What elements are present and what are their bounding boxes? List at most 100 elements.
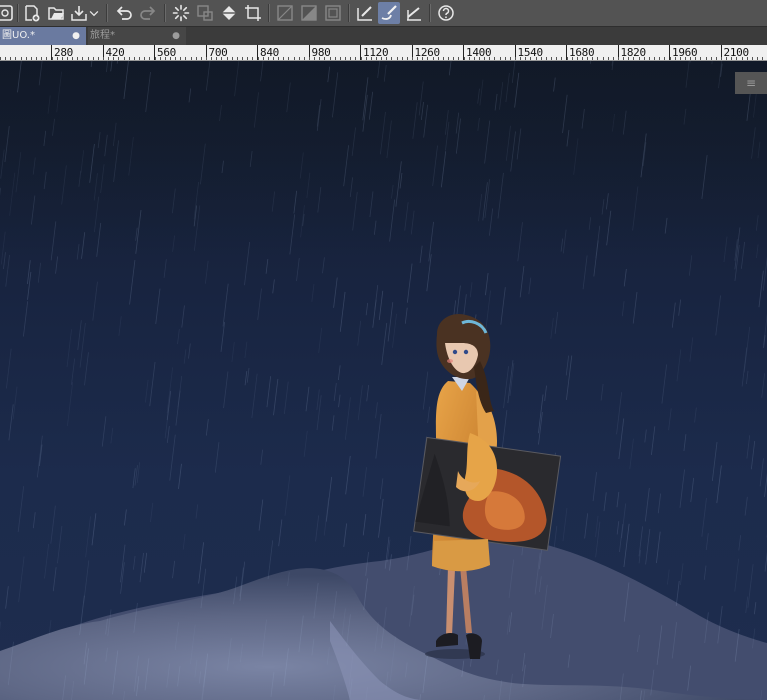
ruler-minor-tick <box>185 57 187 60</box>
tab-label: 圖UO.* <box>2 30 35 41</box>
ruler-minor-tick <box>648 57 650 60</box>
ruler-minor-tick <box>360 57 362 60</box>
document-tab-bar: 圖UO.* ● 旅程* ● <box>0 27 767 45</box>
ruler-minor-tick <box>602 57 604 60</box>
brush-tool-icon[interactable] <box>378 2 400 24</box>
artwork <box>0 61 767 700</box>
ruler-minor-tick <box>164 57 166 60</box>
ruler-minor-tick <box>592 57 594 60</box>
app-icon[interactable] <box>0 2 16 24</box>
frame-icon[interactable] <box>322 2 344 24</box>
toolbar <box>0 0 767 27</box>
ruler-minor-tick <box>468 57 470 60</box>
ruler-minor-tick <box>46 57 48 60</box>
ruler-minor-tick <box>669 57 671 60</box>
ruler-minor-tick <box>473 57 475 60</box>
open-file-icon[interactable] <box>45 2 67 24</box>
ruler-minor-tick <box>576 57 578 60</box>
ruler-minor-tick <box>746 57 748 60</box>
ruler-minor-tick <box>736 57 738 60</box>
ruler-minor-tick <box>690 57 692 60</box>
ruler-minor-tick <box>494 57 496 60</box>
ruler-minor-tick <box>139 57 141 60</box>
ruler-minor-tick <box>113 57 115 60</box>
ruler-minor-tick <box>679 57 681 60</box>
ruler-minor-tick <box>144 57 146 60</box>
ruler-minor-tick <box>309 57 310 60</box>
gradient-square-icon[interactable] <box>298 2 320 24</box>
help-icon[interactable] <box>435 2 457 24</box>
loading-spinner-icon[interactable] <box>170 2 192 24</box>
tab-document-1[interactable]: 圖UO.* ● <box>0 27 86 45</box>
undo-icon[interactable] <box>113 2 135 24</box>
ruler-minor-tick <box>489 57 491 60</box>
pen-tool-icon[interactable] <box>354 2 376 24</box>
ruler-minor-tick <box>108 57 110 60</box>
ruler-minor-tick <box>571 57 573 60</box>
ruler-minor-tick <box>236 57 238 60</box>
toolbar-separator <box>164 4 166 22</box>
ruler-minor-tick <box>659 57 661 60</box>
ruler-minor-tick <box>133 57 135 60</box>
ruler-minor-tick <box>684 57 686 60</box>
new-file-icon[interactable] <box>21 2 43 24</box>
transparent-icon[interactable] <box>274 2 296 24</box>
tab-document-2[interactable]: 旅程* ● <box>88 27 186 45</box>
ruler-minor-tick <box>417 57 419 60</box>
ruler-minor-tick <box>607 57 609 60</box>
horizontal-ruler: 280 420 560 700 840 980 1120 1260 1400 1540 1680 18… <box>0 45 767 61</box>
ruler-minor-tick <box>375 57 377 60</box>
ruler-minor-tick <box>200 57 202 60</box>
ruler-minor-tick <box>731 57 733 60</box>
ruler-minor-tick <box>41 57 43 60</box>
ruler-minor-tick <box>77 57 79 60</box>
ruler-minor-tick <box>128 57 130 60</box>
ruler-minor-tick <box>674 57 676 60</box>
ruler-minor-tick <box>715 57 717 60</box>
ruler-minor-tick <box>334 57 336 60</box>
ruler-minor-tick <box>123 57 125 60</box>
tab-close-icon[interactable]: ● <box>72 27 80 45</box>
ruler-minor-tick <box>154 57 156 60</box>
ruler-minor-tick <box>216 57 218 60</box>
ruler-minor-tick <box>551 57 553 60</box>
canvas[interactable] <box>0 61 767 700</box>
ruler-minor-tick <box>643 57 645 60</box>
ruler-minor-tick <box>247 57 249 60</box>
tab-close-icon[interactable]: ● <box>172 27 180 45</box>
ruler-minor-tick <box>587 57 589 60</box>
ruler-minor-tick <box>509 57 511 60</box>
ruler-minor-tick <box>319 57 321 60</box>
ruler-minor-tick <box>597 57 599 60</box>
chevron-down-icon[interactable] <box>87 2 101 24</box>
ruler-minor-tick <box>381 57 383 60</box>
ruler-minor-tick <box>329 57 331 60</box>
ruler-minor-tick <box>97 57 99 60</box>
ruler-minor-tick <box>370 57 372 60</box>
ruler-minor-tick <box>30 57 32 60</box>
ruler-minor-tick <box>324 57 326 60</box>
ruler-minor-tick <box>355 57 357 60</box>
ruler-minor-tick <box>72 57 74 60</box>
ruler-minor-tick <box>458 57 460 60</box>
clear-selection-icon[interactable] <box>194 2 216 24</box>
ruler-minor-tick <box>540 57 542 60</box>
ruler-minor-tick <box>530 57 532 60</box>
ruler-minor-tick <box>478 57 480 60</box>
ruler-minor-tick <box>345 57 347 60</box>
panel-menu-button[interactable]: ≡ <box>735 72 767 94</box>
crop-icon[interactable] <box>242 2 264 24</box>
ruler-minor-tick <box>386 57 388 60</box>
ruler-minor-tick <box>267 57 269 60</box>
line-ruler-icon[interactable] <box>403 2 425 24</box>
ruler-minor-tick <box>406 57 408 60</box>
fill-icon[interactable] <box>218 2 240 24</box>
ruler-minor-tick <box>66 57 68 60</box>
ruler-minor-tick <box>257 57 259 60</box>
ruler-minor-tick <box>525 57 527 60</box>
ruler-minor-tick <box>206 57 207 60</box>
ruler-minor-tick <box>87 57 89 60</box>
ruler-minor-tick <box>638 57 640 60</box>
ruler-minor-tick <box>705 57 707 60</box>
redo-icon[interactable] <box>137 2 159 24</box>
